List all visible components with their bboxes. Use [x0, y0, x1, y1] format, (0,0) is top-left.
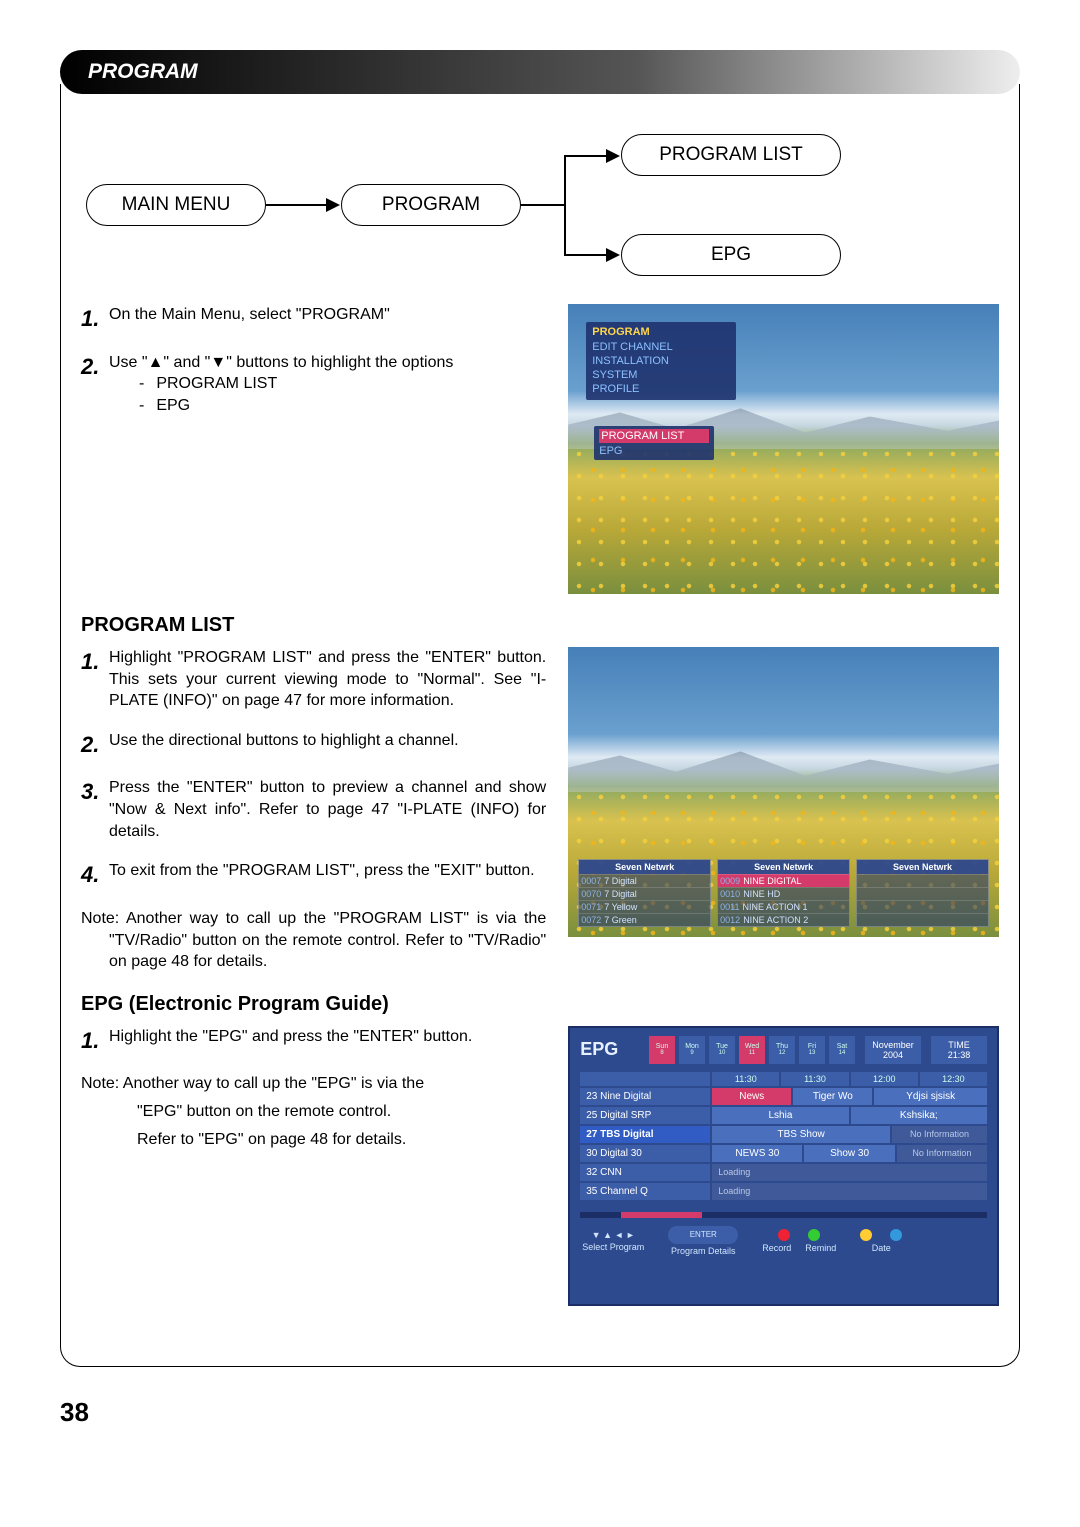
page-number: 38 [60, 1397, 1020, 1428]
plist-col-3: Seven Netwrk [856, 859, 989, 927]
step-1: 1.On the Main Menu, select "PROGRAM" [81, 304, 546, 334]
pl-step-3: 3.Press the "ENTER" button to preview a … [81, 777, 546, 842]
epg-clock: TIME21:38 [931, 1036, 987, 1064]
arrow-line [266, 204, 326, 206]
enter-icon: ENTER [668, 1226, 738, 1244]
epg-note-3: Refer to "EPG" on page 48 for details. [81, 1129, 546, 1151]
arrow-line [564, 155, 566, 255]
arrow-head [606, 149, 620, 163]
screenshot-program-list: Seven Netwrk 00077 Digital 00707 Digital… [568, 647, 999, 937]
epg-month: November2004 [865, 1036, 921, 1064]
section-header: PROGRAM [60, 50, 1020, 94]
epg-footer: ▼ ▲ ◄ ►Select Program ENTERProgram Detai… [570, 1218, 997, 1264]
node-epg: EPG [621, 234, 841, 276]
epg-note-1: Note: Another way to call up the "EPG" i… [81, 1073, 546, 1095]
green-dot-icon [808, 1229, 820, 1241]
plist-col-1: Seven Netwrk 00077 Digital 00707 Digital… [578, 859, 711, 927]
section-program-list: 1.Highlight "PROGRAM LIST" and press the… [81, 647, 999, 973]
blue-dot-icon [890, 1229, 902, 1241]
flow-diagram: MAIN MENU PROGRAM PROGRAM LIST EPG [81, 124, 999, 284]
arrow-head [606, 248, 620, 262]
heading-epg: EPG (Electronic Program Guide) [81, 993, 999, 1016]
osd-sub-menu: PROGRAM LIST EPG [594, 426, 714, 460]
epg-day-selector: Sun8 Mon9 Tue10 Wed11 Thu12 Fri13 Sat14 [649, 1036, 855, 1064]
plist-col-2: Seven Netwrk 0009NINE DIGITAL 0010NINE H… [717, 859, 850, 927]
epg-note-2: "EPG" button on the remote control. [81, 1101, 546, 1123]
arrow-line [564, 254, 606, 256]
epg-step-1: 1.Highlight the "EPG" and press the "ENT… [81, 1026, 546, 1056]
pl-step-2: 2.Use the directional buttons to highlig… [81, 730, 546, 760]
screenshot-epg: EPG Sun8 Mon9 Tue10 Wed11 Thu12 Fri13 Sa… [568, 1026, 999, 1306]
pl-note: Note: Another way to call up the "PROGRA… [81, 908, 546, 973]
yellow-dot-icon [860, 1229, 872, 1241]
step-2: 2. Use "▲" and "▼" buttons to highlight … [81, 352, 546, 417]
osd-main-menu: PROGRAM EDIT CHANNEL INSTALLATION SYSTEM… [586, 322, 736, 400]
epg-scroll [580, 1212, 987, 1218]
epg-title: EPG [580, 1039, 618, 1060]
section-title: PROGRAM [88, 60, 198, 84]
node-main-menu: MAIN MENU [86, 184, 266, 226]
pl-step-4: 4.To exit from the "PROGRAM LIST", press… [81, 860, 546, 890]
content-area: MAIN MENU PROGRAM PROGRAM LIST EPG 1.On … [60, 84, 1020, 1367]
pl-step-1: 1.Highlight "PROGRAM LIST" and press the… [81, 647, 546, 712]
nav-arrows-icon: ▼ ▲ ◄ ► [592, 1230, 635, 1240]
arrow-line [564, 155, 606, 157]
arrow-head [326, 198, 340, 212]
node-program: PROGRAM [341, 184, 521, 226]
screenshot-program-menu: PROGRAM EDIT CHANNEL INSTALLATION SYSTEM… [568, 304, 999, 594]
red-dot-icon [778, 1229, 790, 1241]
section-epg: 1.Highlight the "EPG" and press the "ENT… [81, 1026, 999, 1306]
arrow-line [521, 204, 566, 206]
node-program-list: PROGRAM LIST [621, 134, 841, 176]
section-program-intro: 1.On the Main Menu, select "PROGRAM" 2. … [81, 304, 999, 594]
heading-program-list: PROGRAM LIST [81, 614, 999, 637]
